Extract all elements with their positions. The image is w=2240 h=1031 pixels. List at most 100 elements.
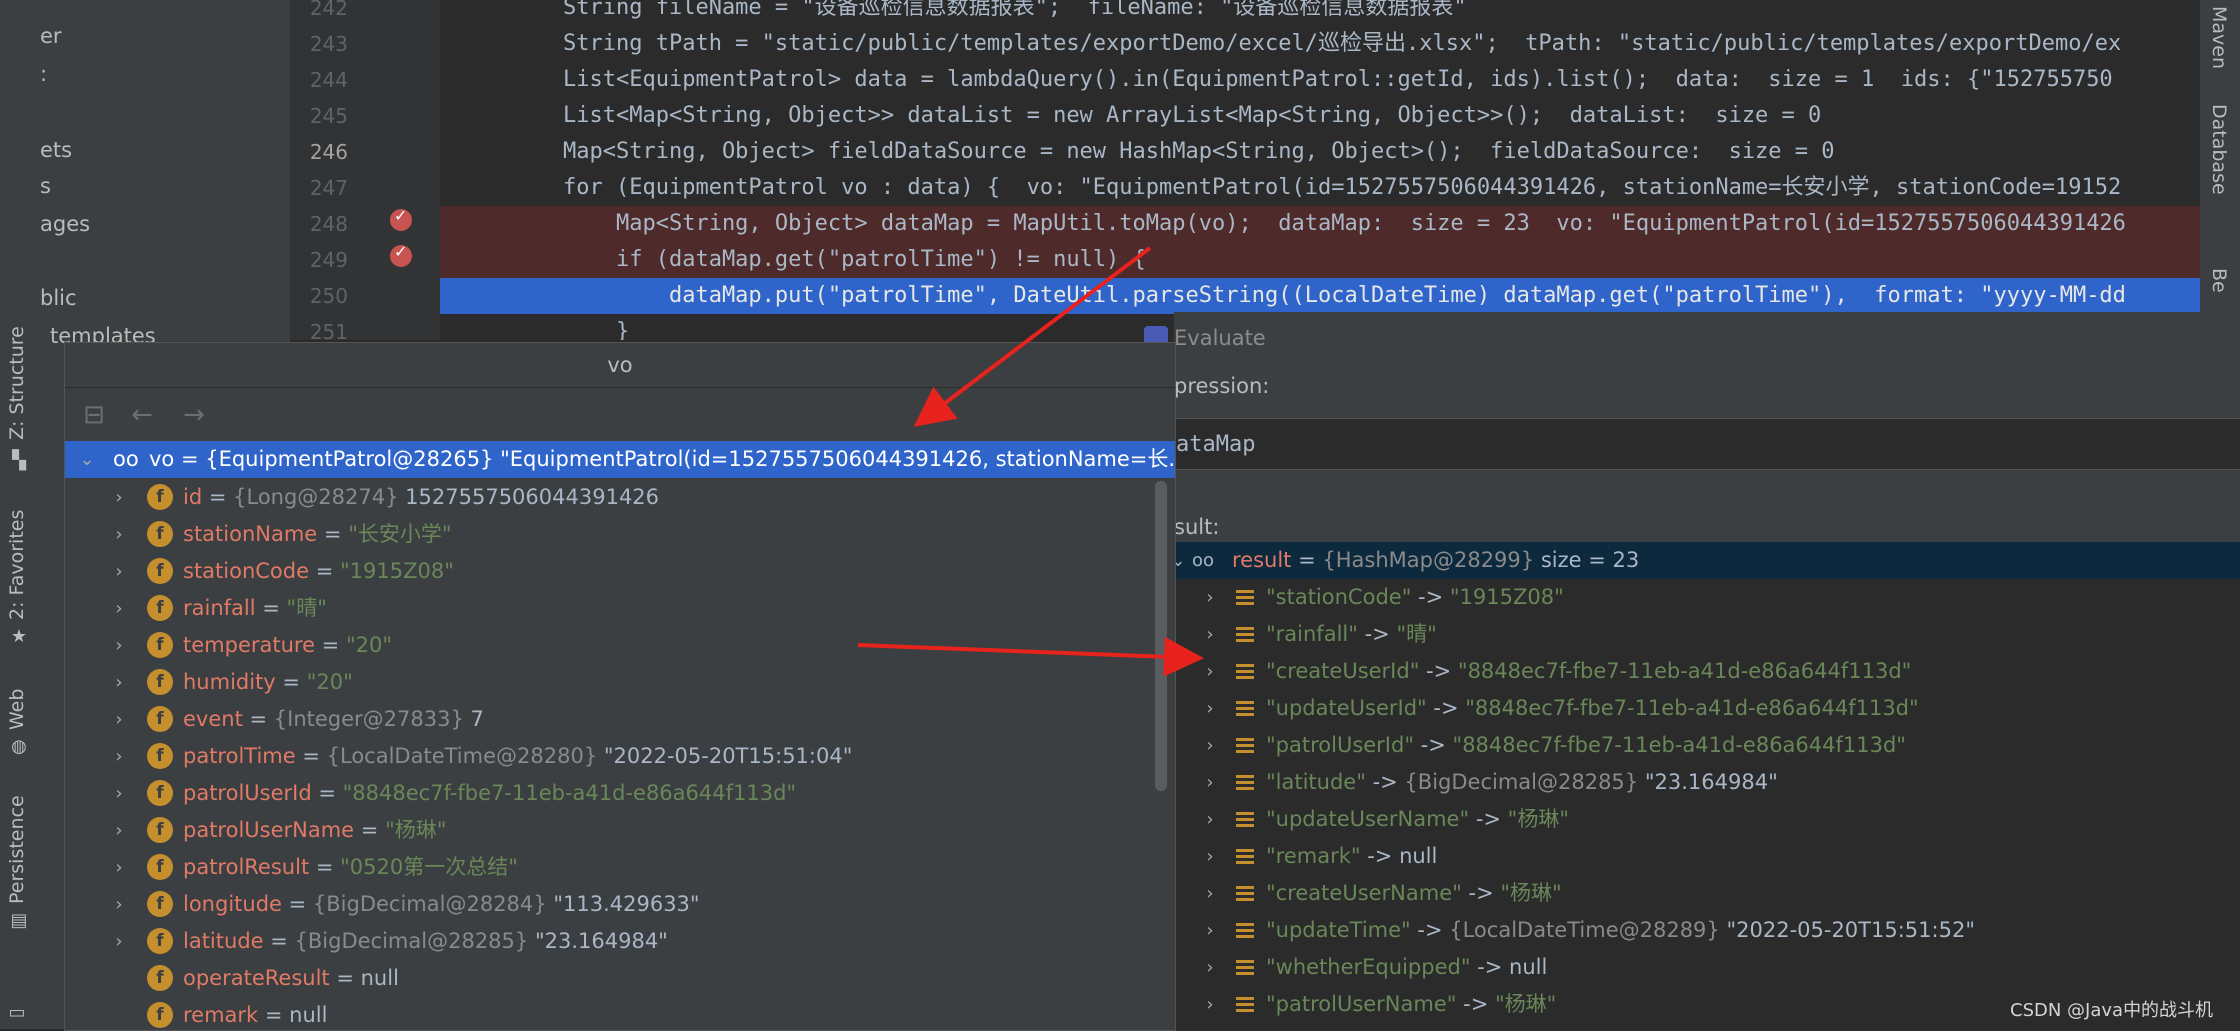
variable-tree[interactable]: ⌄ oo vo = {EquipmentPatrol@28265} "Equip… [65,441,1175,1030]
field-row[interactable]: › f stationCode = "1915Z08" [65,553,1175,590]
expression-input[interactable]: ataMap [1174,418,2240,470]
field-row[interactable]: › f patrolTime = {LocalDateTime@28280} "20… [65,738,1175,775]
root-row[interactable]: ⌄ oo vo = {EquipmentPatrol@28265} "Equip… [65,441,1175,478]
chevron-down-icon[interactable]: ⌄ [77,441,97,478]
scrollbar[interactable] [1155,481,1167,791]
field-row[interactable]: f operateResult = null [65,960,1175,997]
map-entry-row[interactable]: › "createUserId" -> "8848ec7f-fbe7-11eb-a… [1174,653,2240,690]
chevron-right-icon[interactable]: › [1200,986,1220,1023]
chevron-right-icon[interactable]: › [1200,579,1220,616]
field-value: "113.429633" [553,892,700,916]
chevron-right-icon[interactable]: › [1200,838,1220,875]
field-row[interactable]: › f event = {Integer@27833} 7 [65,701,1175,738]
bean-tab[interactable]: Be [2208,268,2230,293]
chevron-right-icon[interactable]: › [1200,690,1220,727]
chevron-right-icon[interactable]: › [1200,616,1220,653]
tree-icon[interactable]: ⊟ [79,400,109,430]
breakpoint-icon[interactable] [390,206,412,231]
project-item[interactable]: ages [40,212,90,236]
code-line[interactable]: List<Map<String, Object>> dataList = new… [440,98,2200,134]
chevron-right-icon[interactable]: › [109,886,129,923]
chevron-right-icon[interactable]: › [109,479,129,516]
map-entry-row[interactable]: › "latitude" -> {BigDecimal@28285} "23.16… [1174,764,2240,801]
entry-value: "杨琳" [1494,992,1557,1016]
chevron-right-icon[interactable]: › [109,849,129,886]
map-entry-row[interactable]: › "rainfall" -> "晴" [1174,616,2240,653]
forward-arrow-icon[interactable]: → [179,400,209,430]
project-item[interactable]: blic [40,286,77,310]
field-value: 7 [470,707,484,731]
chevron-right-icon[interactable]: › [109,553,129,590]
chevron-right-icon[interactable]: › [109,701,129,738]
field-row[interactable]: › f patrolUserId = "8848ec7f-fbe7-11eb-a41… [65,775,1175,812]
chevron-right-icon[interactable]: › [109,627,129,664]
structure-tab[interactable]: Z: Structure [6,326,28,440]
code-line[interactable]: String tPath = "static/public/templates/… [440,26,2200,62]
editor-gutter: 242243244245246247248249250251 💡 [290,0,489,344]
field-row[interactable]: › f patrolResult = "0520第一次总结" [65,849,1175,886]
code-line[interactable]: List<EquipmentPatrol> data = lambdaQuery… [440,62,2200,98]
map-entry-row[interactable]: › "stationCode" -> "1915Z08" [1174,579,2240,616]
layout-icon[interactable]: ▭ [8,1004,26,1022]
globe-icon: ◍ [11,736,27,757]
field-name: temperature [183,633,315,657]
chevron-right-icon[interactable]: › [109,923,129,960]
map-entry-icon [1236,812,1254,828]
field-icon: f [147,891,173,917]
chevron-right-icon[interactable]: › [109,590,129,627]
project-item[interactable]: ets [40,138,72,162]
chevron-right-icon[interactable]: › [1200,764,1220,801]
database-tab[interactable]: Database [2208,104,2230,195]
field-row[interactable]: › f stationName = "长安小学" [65,516,1175,553]
chevron-right-icon[interactable]: › [1200,949,1220,986]
chevron-right-icon[interactable]: › [109,738,129,775]
project-item[interactable]: er [40,24,62,48]
field-row[interactable]: › f humidity = "20" [65,664,1175,701]
map-entry-row[interactable]: › "whetherEquipped" -> null [1174,949,2240,986]
code-line[interactable]: dataMap.put("patrolTime", DateUtil.parse… [440,278,2200,314]
field-row[interactable]: › f longitude = {BigDecimal@28284} "113.42… [65,886,1175,923]
code-line[interactable]: Map<String, Object> dataMap = MapUtil.to… [440,206,2200,242]
chevron-right-icon[interactable]: › [1200,912,1220,949]
chevron-right-icon[interactable]: › [109,775,129,812]
star-icon: ★ [10,626,28,647]
code-text: String tPath = "static/public/templates/… [563,31,2122,56]
code-editor[interactable]: String fileName = "设备巡检信息数据报表"; fileName… [440,0,2200,340]
map-entry-row[interactable]: › "updateTime" -> {LocalDateTime@28289} "… [1174,912,2240,949]
chevron-right-icon[interactable]: › [109,516,129,553]
map-entry-row[interactable]: › "patrolUserId" -> "8848ec7f-fbe7-11eb-a… [1174,727,2240,764]
field-name: humidity [183,670,276,694]
field-row[interactable]: › f patrolUserName = "杨琳" [65,812,1175,849]
favorites-tab[interactable]: 2: Favorites [6,510,28,620]
code-line[interactable]: Map<String, Object> fieldDataSource = ne… [440,134,2200,170]
line-number: 247 [309,176,348,200]
back-arrow-icon[interactable]: ← [127,400,157,430]
chevron-right-icon[interactable]: › [1200,801,1220,838]
persistence-tab[interactable]: Persistence [6,795,28,904]
code-line[interactable]: if (dataMap.get("patrolTime") != null) { [440,242,2200,278]
code-text: List<EquipmentPatrol> data = lambdaQuery… [563,67,2113,92]
project-item[interactable]: s [40,174,51,198]
code-line[interactable]: for (EquipmentPatrol vo : data) { vo: "E… [440,170,2200,206]
chevron-right-icon[interactable]: › [109,812,129,849]
result-root-row[interactable]: ⌄ oo result = {HashMap@28299} size = 23 [1170,542,2240,579]
chevron-right-icon[interactable]: › [1200,875,1220,912]
result-tree[interactable]: ⌄ oo result = {HashMap@28299} size = 23 … [1170,542,2240,1029]
field-row[interactable]: › f rainfall = "晴" [65,590,1175,627]
code-line[interactable]: String fileName = "设备巡检信息数据报表"; fileName… [440,0,2200,26]
map-entry-row[interactable]: › "updateUserId" -> "8848ec7f-fbe7-11eb-a… [1174,690,2240,727]
maven-tab[interactable]: Maven [2208,6,2230,69]
project-item[interactable]: : [40,62,47,86]
map-entry-row[interactable]: › "remark" -> null [1174,838,2240,875]
map-entry-row[interactable]: › "updateUserName" -> "杨琳" [1174,801,2240,838]
web-tab[interactable]: Web [6,689,28,730]
field-row[interactable]: f remark = null [65,997,1175,1030]
map-entry-row[interactable]: › "createUserName" -> "杨琳" [1174,875,2240,912]
chevron-right-icon[interactable]: › [1200,727,1220,764]
field-row[interactable]: › f latitude = {BigDecimal@28285} "23.1649… [65,923,1175,960]
chevron-right-icon[interactable]: › [109,664,129,701]
chevron-right-icon[interactable]: › [1200,653,1220,690]
field-row[interactable]: › f temperature = "20" [65,627,1175,664]
breakpoint-icon[interactable] [390,242,412,267]
field-row[interactable]: › f id = {Long@28274} 1527557506044391426 [65,479,1175,516]
